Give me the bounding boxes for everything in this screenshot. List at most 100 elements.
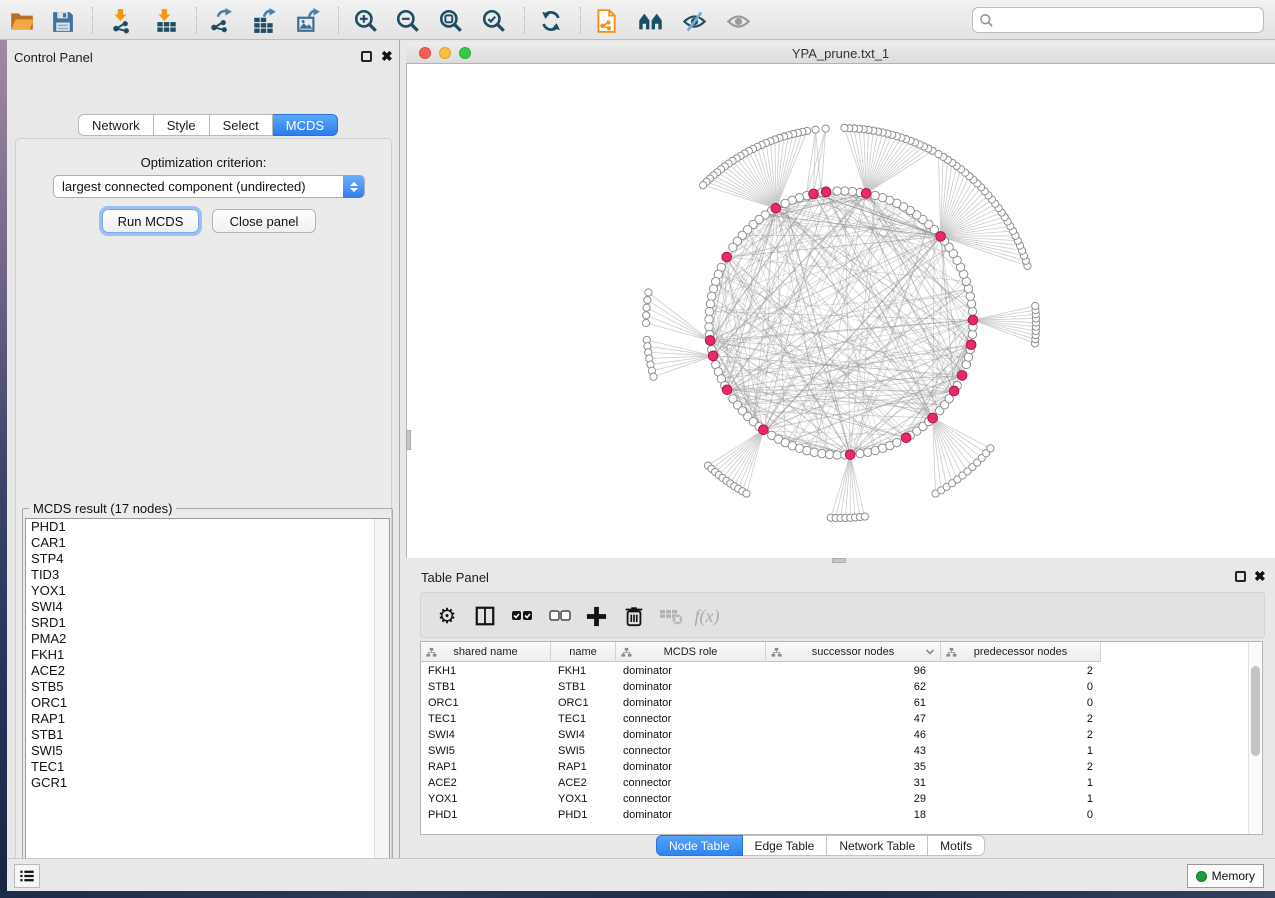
table-settings-icon[interactable]: ⚙ [433, 602, 461, 630]
network-node[interactable] [643, 304, 650, 311]
result-node-item[interactable]: CAR1 [26, 535, 389, 551]
network-node[interactable] [708, 292, 716, 300]
network-file-icon[interactable] [592, 7, 620, 35]
close-panel-icon[interactable]: ✖ [381, 51, 393, 62]
run-mcds-button[interactable]: Run MCDS [102, 209, 199, 233]
result-node-item[interactable]: TID3 [26, 567, 389, 583]
network-node[interactable] [861, 513, 868, 520]
result-node-item[interactable]: SRD1 [26, 615, 389, 631]
result-node-item[interactable]: STB1 [26, 727, 389, 743]
add-column-icon[interactable] [582, 602, 610, 630]
mcds-hub-node[interactable] [809, 189, 819, 199]
network-node[interactable] [822, 125, 829, 132]
zoom-selected-icon[interactable] [480, 7, 508, 35]
close-panel-button[interactable]: Close panel [212, 209, 316, 233]
network-node[interactable] [644, 296, 651, 303]
close-table-panel-icon[interactable]: ✖ [1254, 571, 1266, 582]
memory-button[interactable]: Memory [1187, 864, 1264, 888]
result-node-item[interactable]: SWI4 [26, 599, 389, 615]
column-header-shared-name[interactable]: shared name [421, 642, 551, 662]
result-node-item[interactable]: YOX1 [26, 583, 389, 599]
result-node-item[interactable]: STP4 [26, 551, 389, 567]
network-node[interactable] [729, 243, 737, 251]
vertical-splitter-handle[interactable] [406, 430, 411, 450]
network-node[interactable] [935, 151, 942, 158]
network-node[interactable] [700, 182, 707, 189]
column-header-MCDS-role[interactable]: MCDS role [616, 642, 766, 662]
column-header-successor-nodes[interactable]: successor nodes [766, 642, 941, 662]
network-node[interactable] [968, 330, 976, 338]
mcds-hub-node[interactable] [722, 385, 732, 395]
table-row[interactable]: STB1STB1dominator620 [421, 679, 1249, 695]
network-node[interactable] [781, 199, 789, 207]
tab-mcds[interactable]: MCDS [273, 114, 338, 136]
mcds-result-list[interactable]: PHD1CAR1STP4TID3YOX1SWI4SRD1PMA2FKH1ACE2… [25, 518, 390, 877]
table-row[interactable]: TEC1TEC1connector472 [421, 711, 1249, 727]
task-history-button[interactable] [14, 864, 40, 888]
tab-network-table[interactable]: Network Table [827, 835, 928, 856]
horizontal-splitter-handle[interactable] [832, 558, 846, 563]
delete-column-icon[interactable] [620, 602, 648, 630]
result-node-item[interactable]: ORC1 [26, 695, 389, 711]
hide-selected-icon[interactable] [680, 7, 708, 35]
table-row[interactable]: SWI4SWI4dominator462 [421, 727, 1249, 743]
result-node-item[interactable]: RAP1 [26, 711, 389, 727]
network-view-canvas[interactable] [406, 64, 1275, 558]
export-table-icon[interactable] [250, 7, 278, 35]
network-node[interactable] [968, 307, 976, 315]
network-node[interactable] [705, 315, 713, 323]
table-row[interactable]: ORC1ORC1dominator610 [421, 695, 1249, 711]
refresh-icon[interactable] [537, 7, 565, 35]
network-node[interactable] [825, 450, 833, 458]
result-node-item[interactable]: PHD1 [26, 519, 389, 535]
result-node-item[interactable]: PMA2 [26, 631, 389, 647]
network-node[interactable] [706, 300, 714, 308]
network-node[interactable] [818, 449, 826, 457]
network-node[interactable] [643, 312, 650, 319]
search-field[interactable] [972, 7, 1264, 33]
import-table-icon[interactable] [152, 7, 180, 35]
tab-select[interactable]: Select [210, 114, 273, 136]
mcds-hub-node[interactable] [821, 187, 831, 197]
mcds-hub-node[interactable] [936, 232, 946, 242]
network-node[interactable] [743, 490, 750, 497]
network-node[interactable] [987, 445, 994, 452]
mcds-hub-node[interactable] [949, 386, 959, 396]
mcds-hub-node[interactable] [705, 336, 715, 346]
open-file-icon[interactable] [8, 7, 36, 35]
mcds-hub-node[interactable] [957, 371, 967, 381]
column-header-name[interactable]: name [551, 642, 616, 662]
network-node[interactable] [812, 126, 819, 133]
tab-network[interactable]: Network [78, 114, 154, 136]
tab-node-table[interactable]: Node Table [656, 835, 743, 856]
select-all-icon[interactable] [508, 602, 536, 630]
mcds-hub-node[interactable] [845, 450, 855, 460]
mcds-hub-node[interactable] [759, 425, 769, 435]
show-all-icon[interactable] [724, 7, 752, 35]
tab-style[interactable]: Style [154, 114, 210, 136]
table-row[interactable]: RAP1RAP1dominator352 [421, 759, 1249, 775]
save-icon[interactable] [48, 7, 76, 35]
table-row[interactable]: FKH1FKH1dominator962 [421, 663, 1249, 679]
network-node[interactable] [871, 191, 879, 199]
float-panel-icon[interactable] [361, 51, 372, 62]
float-table-panel-icon[interactable] [1235, 571, 1246, 582]
network-node[interactable] [1032, 302, 1039, 309]
network-node[interactable] [642, 319, 649, 326]
network-node[interactable] [893, 438, 901, 446]
network-window-titlebar[interactable]: YPA_prune.txt_1 [406, 42, 1275, 64]
result-node-item[interactable]: GCR1 [26, 775, 389, 791]
table-scrollbar[interactable] [1248, 642, 1262, 834]
mcds-hub-node[interactable] [901, 433, 911, 443]
mcds-hub-node[interactable] [861, 189, 871, 199]
mcds-hub-node[interactable] [771, 203, 781, 213]
network-node[interactable] [848, 187, 856, 195]
mcds-hub-node[interactable] [966, 340, 976, 350]
mcds-hub-node[interactable] [928, 413, 938, 423]
zoom-in-icon[interactable] [352, 7, 380, 35]
column-header-predecessor-nodes[interactable]: predecessor nodes [941, 642, 1101, 662]
zoom-out-icon[interactable] [394, 7, 422, 35]
network-node[interactable] [810, 448, 818, 456]
deselect-all-icon[interactable] [546, 602, 574, 630]
result-list-scrollbar[interactable] [374, 519, 389, 876]
